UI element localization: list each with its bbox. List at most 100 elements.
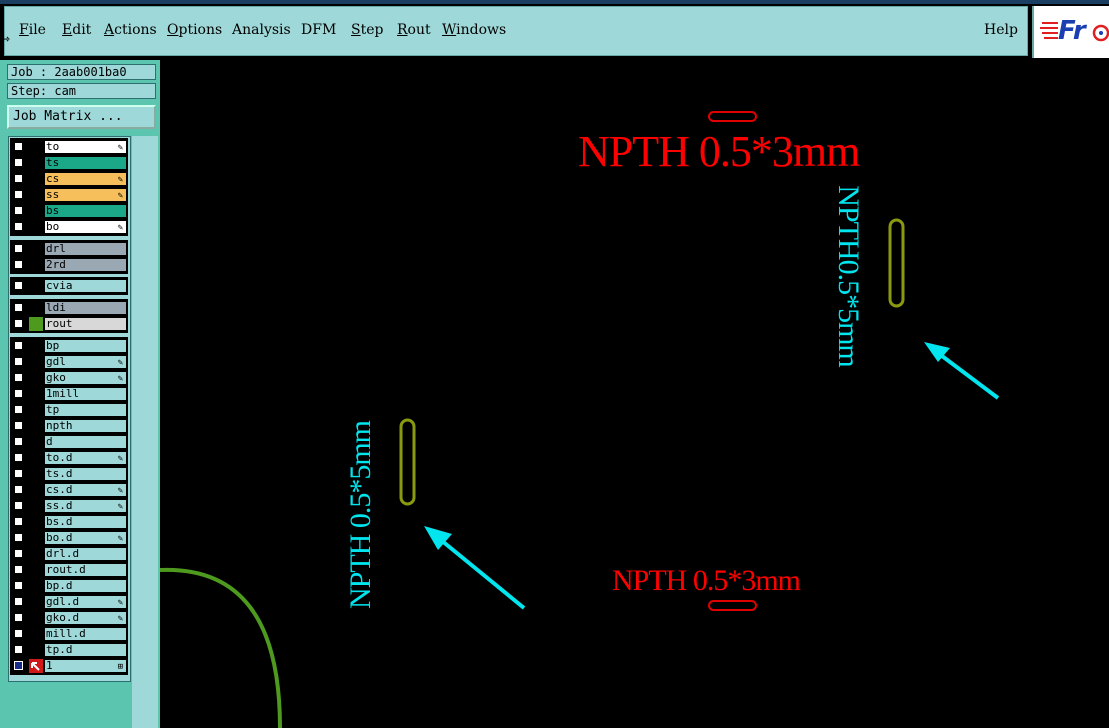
- menu-dfm[interactable]: DFM: [301, 22, 336, 38]
- layer-display-marker[interactable]: [29, 258, 43, 272]
- layer-display-marker[interactable]: [29, 371, 43, 385]
- menu-rout[interactable]: Rout: [397, 22, 431, 38]
- layer-name[interactable]: cs ✎: [44, 172, 127, 186]
- layer-row[interactable]: 1 ⊞: [10, 659, 128, 673]
- layer-name[interactable]: mill.d: [44, 627, 127, 641]
- layer-name[interactable]: rout.d: [44, 563, 127, 577]
- layer-checkbox[interactable]: [14, 158, 23, 167]
- layer-checkbox[interactable]: [14, 629, 23, 638]
- layer-row[interactable]: ts: [10, 156, 128, 170]
- layer-display-marker[interactable]: [29, 140, 43, 154]
- layer-checkbox[interactable]: [14, 389, 23, 398]
- layer-name[interactable]: ss.d ✎: [44, 499, 127, 513]
- layer-display-marker[interactable]: [29, 467, 43, 481]
- layer-checkbox[interactable]: [14, 405, 23, 414]
- layer-name[interactable]: rout: [44, 317, 127, 331]
- layer-name[interactable]: ts: [44, 156, 127, 170]
- job-matrix-button[interactable]: Job Matrix ...: [7, 105, 156, 129]
- layer-checkbox[interactable]: [14, 319, 23, 328]
- layer-display-marker[interactable]: [29, 156, 43, 170]
- layer-display-marker[interactable]: [29, 563, 43, 577]
- layer-display-marker[interactable]: [29, 659, 43, 673]
- layer-name[interactable]: cvia: [44, 279, 127, 293]
- menu-actions[interactable]: Actions: [104, 22, 157, 38]
- layer-name[interactable]: ss ✎: [44, 188, 127, 202]
- layer-checkbox[interactable]: [14, 303, 23, 312]
- layer-checkbox[interactable]: [14, 244, 23, 253]
- layer-row[interactable]: ldi: [10, 301, 128, 315]
- layer-name[interactable]: bo.d ✎: [44, 531, 127, 545]
- layer-name[interactable]: 2rd: [44, 258, 127, 272]
- layer-row[interactable]: to ✎: [10, 140, 128, 154]
- layer-row[interactable]: tp: [10, 403, 128, 417]
- layer-display-marker[interactable]: [29, 172, 43, 186]
- layer-name[interactable]: npth: [44, 419, 127, 433]
- menu-edit[interactable]: Edit: [62, 22, 91, 38]
- layer-row[interactable]: drl: [10, 242, 128, 256]
- layer-row[interactable]: bs: [10, 204, 128, 218]
- layer-name[interactable]: 1 ⊞: [44, 659, 127, 673]
- layer-checkbox[interactable]: [14, 533, 23, 542]
- layer-row[interactable]: 1mill: [10, 387, 128, 401]
- layer-name[interactable]: ts.d: [44, 467, 127, 481]
- layer-checkbox[interactable]: [14, 453, 23, 462]
- layer-checkbox[interactable]: [14, 190, 23, 199]
- layer-name[interactable]: to ✎: [44, 140, 127, 154]
- layer-display-marker[interactable]: [29, 419, 43, 433]
- layer-name[interactable]: gdl.d ✎: [44, 595, 127, 609]
- layer-checkbox[interactable]: [14, 142, 23, 151]
- layer-display-marker[interactable]: [29, 242, 43, 256]
- layer-row[interactable]: rout: [10, 317, 128, 331]
- layer-name[interactable]: d: [44, 435, 127, 449]
- layer-row[interactable]: gdl.d ✎: [10, 595, 128, 609]
- menu-analysis[interactable]: Analysis: [232, 22, 291, 38]
- layer-name[interactable]: gko ✎: [44, 371, 127, 385]
- layer-checkbox[interactable]: [14, 661, 23, 670]
- layer-display-marker[interactable]: [29, 515, 43, 529]
- layer-checkbox[interactable]: [14, 421, 23, 430]
- layer-checkbox[interactable]: [14, 260, 23, 269]
- layer-display-marker[interactable]: [29, 531, 43, 545]
- layer-row[interactable]: cs ✎: [10, 172, 128, 186]
- layer-checkbox[interactable]: [14, 517, 23, 526]
- layer-checkbox[interactable]: [14, 469, 23, 478]
- layer-row[interactable]: drl.d: [10, 547, 128, 561]
- layer-row[interactable]: mill.d: [10, 627, 128, 641]
- layer-display-marker[interactable]: [29, 499, 43, 513]
- layer-name[interactable]: cs.d ✎: [44, 483, 127, 497]
- layer-checkbox[interactable]: [14, 549, 23, 558]
- layer-checkbox[interactable]: [14, 174, 23, 183]
- layer-row[interactable]: gdl ✎: [10, 355, 128, 369]
- layer-checkbox[interactable]: [14, 373, 23, 382]
- layer-display-marker[interactable]: [29, 355, 43, 369]
- layer-name[interactable]: to.d ✎: [44, 451, 127, 465]
- layer-name[interactable]: ldi: [44, 301, 127, 315]
- layer-name[interactable]: gko.d ✎: [44, 611, 127, 625]
- layer-row[interactable]: cs.d ✎: [10, 483, 128, 497]
- graphic-canvas[interactable]: NPTH 0.5*3mm NPTH 0.5*3mm NPTH0.5*5mm NP…: [160, 60, 1109, 728]
- layer-row[interactable]: npth: [10, 419, 128, 433]
- layer-display-marker[interactable]: [29, 301, 43, 315]
- layer-name[interactable]: bs.d: [44, 515, 127, 529]
- menu-step[interactable]: Step: [351, 22, 383, 38]
- layer-name[interactable]: gdl ✎: [44, 355, 127, 369]
- layer-checkbox[interactable]: [14, 501, 23, 510]
- layer-name[interactable]: tp.d: [44, 643, 127, 657]
- menu-windows[interactable]: Windows: [442, 22, 506, 38]
- layer-row[interactable]: ts.d: [10, 467, 128, 481]
- layer-name[interactable]: 1mill: [44, 387, 127, 401]
- layer-name[interactable]: tp: [44, 403, 127, 417]
- layer-row[interactable]: ss.d ✎: [10, 499, 128, 513]
- layer-display-marker[interactable]: [29, 627, 43, 641]
- layer-display-marker[interactable]: [29, 595, 43, 609]
- layer-checkbox[interactable]: [14, 357, 23, 366]
- layer-display-marker[interactable]: [29, 387, 43, 401]
- layer-checkbox[interactable]: [14, 613, 23, 622]
- menu-help[interactable]: Help: [984, 22, 1018, 38]
- layer-row[interactable]: 2rd: [10, 258, 128, 272]
- layer-checkbox[interactable]: [14, 222, 23, 231]
- layer-display-marker[interactable]: [29, 611, 43, 625]
- layer-checkbox[interactable]: [14, 437, 23, 446]
- layer-row[interactable]: tp.d: [10, 643, 128, 657]
- layer-name[interactable]: drl.d: [44, 547, 127, 561]
